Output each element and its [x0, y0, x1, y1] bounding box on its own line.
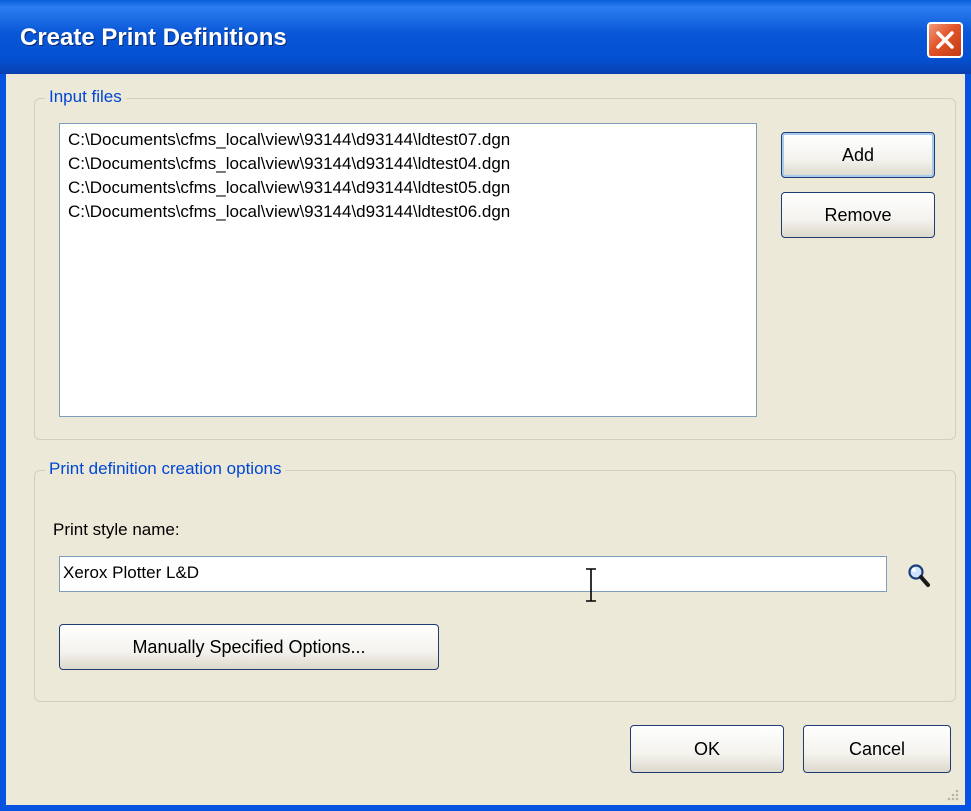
input-files-group-label: Input files: [45, 87, 126, 107]
manually-specified-options-button[interactable]: Manually Specified Options...: [59, 624, 439, 670]
resize-grip-icon[interactable]: [945, 787, 959, 801]
add-button[interactable]: Add: [781, 132, 935, 178]
print-options-group-label: Print definition creation options: [45, 459, 286, 479]
ok-button[interactable]: OK: [630, 725, 784, 773]
remove-button[interactable]: Remove: [781, 192, 935, 238]
close-button[interactable]: [927, 22, 963, 58]
print-style-search-button[interactable]: [907, 563, 931, 594]
dialog-window: Create Print Definitions Input files C:\…: [0, 0, 971, 811]
title-bar[interactable]: Create Print Definitions: [0, 0, 971, 74]
cancel-button[interactable]: Cancel: [803, 725, 951, 773]
list-item[interactable]: C:\Documents\cfms_local\view\93144\d9314…: [68, 154, 510, 174]
ibeam-cursor-icon: [586, 568, 596, 602]
close-icon: [936, 31, 954, 49]
print-style-label: Print style name:: [53, 520, 180, 539]
window-title: Create Print Definitions: [20, 24, 287, 51]
list-item[interactable]: C:\Documents\cfms_local\view\93144\d9314…: [68, 202, 510, 222]
list-item[interactable]: C:\Documents\cfms_local\view\93144\d9314…: [68, 178, 510, 198]
input-files-list[interactable]: C:\Documents\cfms_local\view\93144\d9314…: [59, 123, 757, 417]
list-item[interactable]: C:\Documents\cfms_local\view\93144\d9314…: [68, 130, 510, 150]
print-style-field[interactable]: [59, 556, 887, 592]
magnifier-icon: [908, 564, 930, 587]
print-style-input[interactable]: [60, 557, 763, 589]
